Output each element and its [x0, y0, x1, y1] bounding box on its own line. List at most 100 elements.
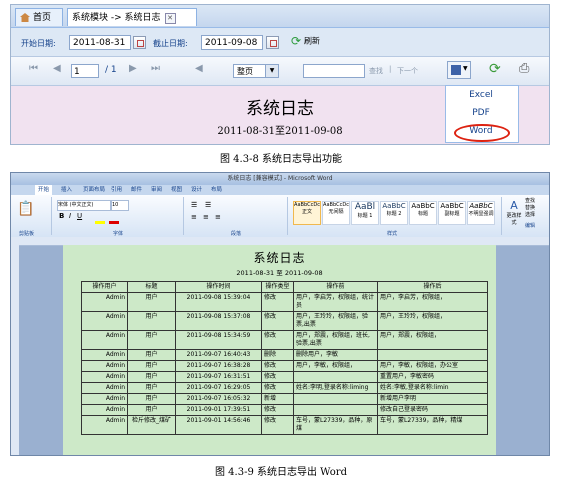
- back-icon[interactable]: ◀: [195, 63, 203, 74]
- font-name-select[interactable]: 宋体 (中文正文): [57, 200, 111, 211]
- style-normal[interactable]: AaBbCcDc 正文: [293, 201, 321, 225]
- ribbon-tab[interactable]: 页面布局: [83, 185, 105, 195]
- tab-bar: 首页 系统模块 -> 系统日志 ✕: [11, 5, 549, 28]
- report-toolbar: ⏮ ◀ 1 / 1 ▶ ⏭ ◀ 整页 ▼ 查找 | 下一个 ▼ ⟳ ⎙: [11, 57, 549, 86]
- doc-title: 系统日志: [253, 251, 306, 265]
- bold-icon[interactable]: B: [59, 212, 64, 220]
- find-action[interactable]: 查找: [525, 198, 549, 205]
- ribbon-tab[interactable]: 布局: [211, 185, 222, 195]
- ribbon-tabs: 开始 插入 页面布局 引用 邮件 审阅 视图 设计 布局: [11, 185, 549, 195]
- end-calendar-icon[interactable]: [266, 36, 279, 49]
- table-row: Admin 用户 2011-09-08 15:34:59 修改 用户，郑震，权限组，班长…: [81, 330, 488, 350]
- table-row: Admin 用户 2011-09-07 16:05:32 新增 新增用户李明: [81, 393, 488, 405]
- ribbon-tab[interactable]: 插入: [61, 185, 72, 195]
- column-header: 标题: [127, 281, 176, 293]
- caption-figure-2: 图 4.3-9 系统日志导出 Word: [215, 467, 347, 478]
- ribbon-tab[interactable]: 视图: [171, 185, 182, 195]
- close-tab-icon[interactable]: ✕: [164, 13, 176, 24]
- start-date-label: 开始日期:: [21, 39, 56, 48]
- vertical-ruler: [11, 245, 19, 455]
- ribbon-tab[interactable]: 开始: [35, 185, 53, 195]
- style-heading-2[interactable]: AaBbC 标题 2: [380, 201, 408, 225]
- table-row: Admin 用户 2011-09-07 16:29:05 修改 姓名:李明,登录名称:l…: [81, 382, 488, 394]
- font-size-select[interactable]: 10: [111, 200, 129, 211]
- clipboard-group: 📋 剪贴板: [13, 197, 52, 237]
- column-header: 操作用户: [81, 281, 128, 293]
- ribbon-tab[interactable]: 审阅: [151, 185, 162, 195]
- end-date-label: 截止日期:: [153, 39, 188, 48]
- tab-home[interactable]: 首页: [15, 8, 63, 26]
- ribbon-tab[interactable]: 设计: [191, 185, 202, 195]
- change-styles-icon: A: [510, 199, 518, 212]
- numbering-icon[interactable]: ☰: [205, 201, 211, 209]
- find-button[interactable]: 查找: [369, 66, 383, 76]
- doc-range: 2011-08-31 至 2011-09-08: [236, 269, 323, 277]
- separator: |: [389, 65, 392, 73]
- paste-icon[interactable]: 📋: [17, 201, 34, 217]
- print-icon[interactable]: ⎙: [519, 61, 529, 76]
- refresh-report-icon[interactable]: ⟳: [489, 61, 501, 77]
- end-date-input[interactable]: 2011-09-08: [201, 35, 263, 50]
- change-styles-button[interactable]: A 更改样式: [505, 199, 523, 226]
- refresh-button[interactable]: ⟳ 刷新: [291, 34, 320, 50]
- export-pdf-item[interactable]: PDF: [446, 108, 516, 118]
- table-row: Admin 用户 2011-09-08 15:39:04 修改 用户，李启芳，权限组，统…: [81, 292, 488, 312]
- underline-icon[interactable]: U: [77, 212, 82, 220]
- ribbon-tab[interactable]: 邮件: [131, 185, 142, 195]
- export-menu: Excel PDF Word: [445, 85, 519, 143]
- paragraph-group: ☰ ☰ ≡ ≡ ≡ 段落: [187, 197, 288, 237]
- chevron-down-icon: ▼: [463, 65, 468, 72]
- style-heading-1[interactable]: AaBl 标题 1: [351, 201, 379, 225]
- table-row: Admin 检斤修改_煤矿 2011-09-01 14:56:46 修改 车号，蒙L27…: [81, 415, 488, 435]
- bullets-icon[interactable]: ☰: [191, 201, 197, 209]
- caption-figure-1: 图 4.3-8 系统日志导出功能: [219, 154, 342, 165]
- export-button[interactable]: ▼: [447, 61, 471, 79]
- next-page-icon[interactable]: ▶: [129, 63, 137, 74]
- word-title-bar: 系统日志 [兼容模式] - Microsoft Word: [11, 173, 549, 185]
- style-title[interactable]: AaBbC 标题: [409, 201, 437, 225]
- table-row: Admin 用户 2011-09-08 15:37:08 修改 用户，王玲玲，权限组，验…: [81, 311, 488, 331]
- highlight-color-icon[interactable]: [95, 221, 105, 224]
- log-table: 操作用户 标题 操作时间 操作类型 操作前 操作后 Admin 用户 2011-09…: [81, 281, 488, 435]
- start-calendar-icon[interactable]: [133, 36, 146, 49]
- page-number-input[interactable]: 1: [71, 64, 99, 78]
- table-row: Admin 用户 2011-09-07 16:31:51 修改 重置用户，李敏密码: [81, 371, 488, 383]
- table-row: Admin 用户 2011-09-07 16:38:28 修改 用户，李敏，权限组， 用户…: [81, 360, 488, 372]
- table-row: Admin 用户 2011-09-01 17:39:51 修改 修改自己登录密码: [81, 404, 488, 416]
- find-next-button[interactable]: 下一个: [397, 66, 418, 76]
- report-viewer-screenshot: 首页 系统模块 -> 系统日志 ✕ 开始日期: 2011-08-31 截止日期: …: [10, 4, 550, 145]
- font-color-icon[interactable]: [109, 221, 119, 224]
- start-date-input[interactable]: 2011-08-31: [69, 35, 131, 50]
- italic-icon[interactable]: I: [69, 212, 71, 220]
- align-left-icon[interactable]: ≡: [191, 213, 197, 221]
- column-header: 操作后: [377, 281, 488, 293]
- highlight-oval: [454, 124, 510, 142]
- document-page: 系统日志 2011-08-31 至 2011-09-08 操作用户 标题 操作时…: [63, 245, 496, 455]
- export-excel-item[interactable]: Excel: [446, 90, 516, 100]
- last-page-icon[interactable]: ⏭: [151, 63, 160, 74]
- find-input[interactable]: [303, 64, 365, 78]
- refresh-icon: ⟳: [291, 34, 302, 48]
- column-header: 操作类型: [261, 281, 294, 293]
- column-header: 操作前: [293, 281, 378, 293]
- home-icon: [20, 13, 30, 22]
- ribbon-tab[interactable]: 引用: [111, 185, 122, 195]
- date-filter-bar: 开始日期: 2011-08-31 截止日期: 2011-09-08 ⟳ 刷新: [11, 28, 549, 57]
- style-subtle-emphasis[interactable]: AaBbC 不明显强调: [467, 201, 495, 225]
- table-row: Admin 用户 2011-09-07 16:40:43 删除 删除用户，李敏: [81, 349, 488, 361]
- select-action[interactable]: 选择: [525, 212, 549, 219]
- ribbon: 📋 剪贴板 宋体 (中文正文) 10 B I U 字体 ☰ ☰ ≡ ≡ ≡ 段落…: [11, 195, 549, 238]
- save-icon: [451, 65, 461, 75]
- first-page-icon[interactable]: ⏮: [29, 63, 38, 74]
- editing-group: 查找 替换 选择 编辑: [525, 198, 549, 230]
- replace-action[interactable]: 替换: [525, 205, 549, 212]
- style-no-spacing[interactable]: AaBbCcDc 无间隔: [322, 201, 350, 225]
- align-right-icon[interactable]: ≡: [215, 213, 221, 221]
- word-window-screenshot: 系统日志 [兼容模式] - Microsoft Word 开始 插入 页面布局 …: [10, 172, 550, 456]
- tab-system-log[interactable]: 系统模块 -> 系统日志 ✕: [67, 8, 197, 26]
- align-center-icon[interactable]: ≡: [203, 213, 209, 221]
- zoom-select[interactable]: 整页 ▼: [233, 64, 279, 78]
- style-subtitle[interactable]: AaBbC 副标题: [438, 201, 466, 225]
- prev-page-icon[interactable]: ◀: [53, 63, 61, 74]
- page-total: / 1: [105, 65, 117, 75]
